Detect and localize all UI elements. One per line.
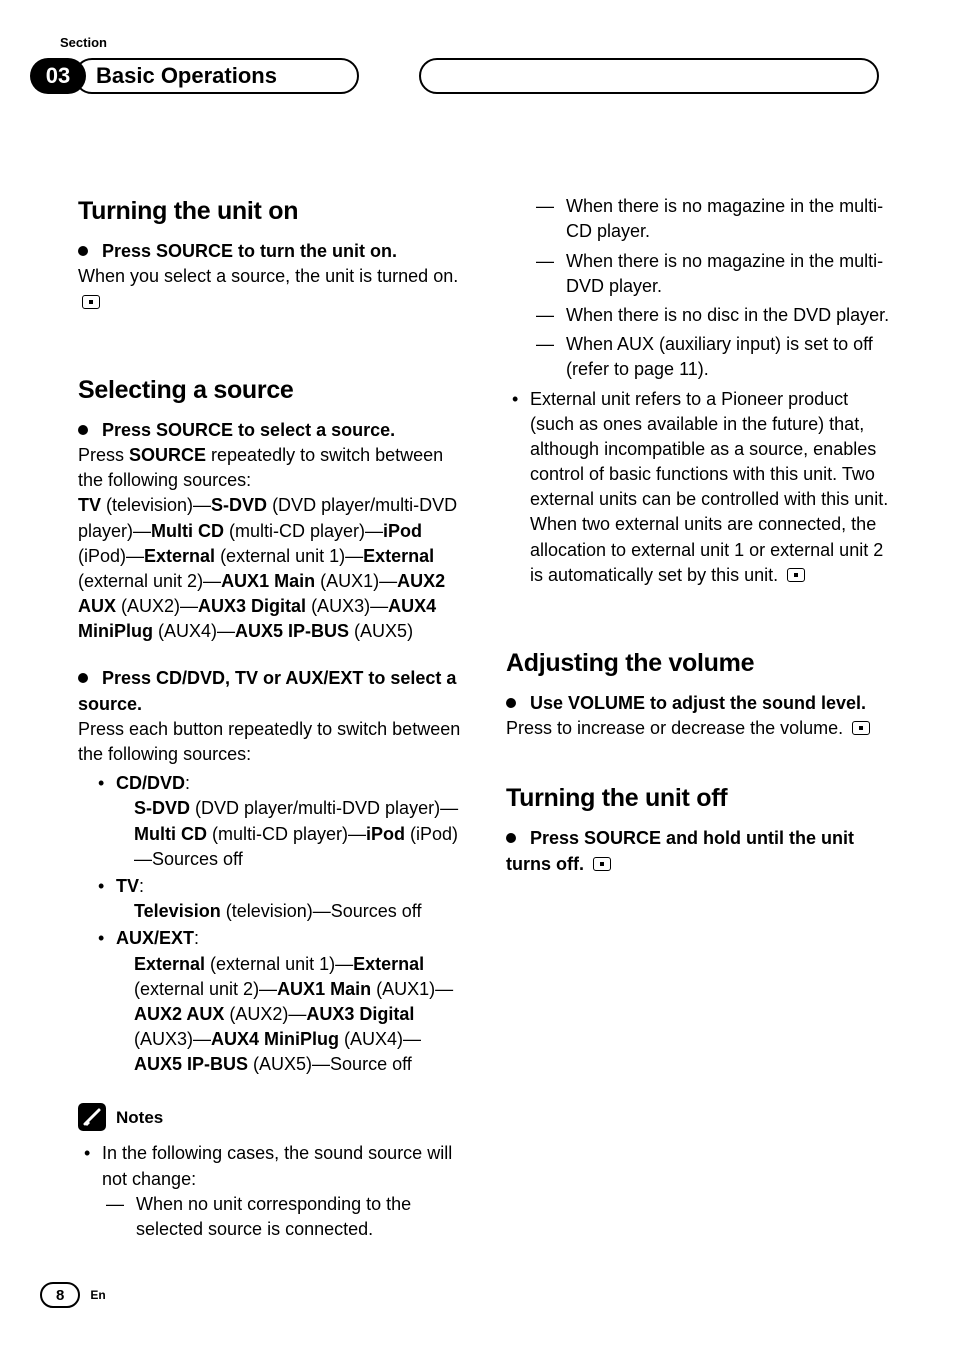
end-of-section-icon — [852, 721, 870, 735]
chapter-row: 03 Basic Operations — [30, 58, 954, 94]
instr-turn-off: Press SOURCE and hold until the unit tur… — [506, 826, 894, 876]
right-column: When there is no magazine in the multi-C… — [506, 194, 894, 1246]
list-item: External unit refers to a Pioneer produc… — [512, 387, 894, 589]
list-item: TV: Television (television)—Sources off — [98, 874, 466, 924]
end-of-section-icon — [82, 295, 100, 309]
notes-icon — [78, 1103, 106, 1131]
left-column: Turning the unit on Press SOURCE to turn… — [78, 194, 466, 1246]
list-item: AUX/EXT: External (external unit 1)—Exte… — [98, 926, 466, 1077]
content-area: Turning the unit on Press SOURCE to turn… — [0, 94, 954, 1246]
notes-list: In the following cases, the sound source… — [78, 1141, 466, 1242]
instr-volume: Use VOLUME to adjust the sound level. — [506, 691, 894, 716]
bullet-icon — [78, 668, 102, 688]
page-header: Section 03 Basic Operations — [0, 0, 954, 94]
page-footer: 8 En — [40, 1282, 106, 1308]
list-item: In the following cases, the sound source… — [84, 1141, 466, 1242]
notes-continued-bullet: External unit refers to a Pioneer produc… — [506, 387, 894, 589]
body-volume: Press to increase or decrease the volume… — [506, 716, 894, 741]
heading-turn-off: Turning the unit off — [506, 781, 894, 816]
list-item: When there is no disc in the DVD player. — [536, 303, 894, 328]
bullet-icon — [78, 241, 102, 261]
list-item: When there is no magazine in the multi-C… — [536, 194, 894, 244]
bullet-icon — [506, 828, 530, 848]
notes-label: Notes — [116, 1106, 163, 1130]
end-of-section-icon — [787, 568, 805, 582]
list-item: When there is no magazine in the multi-D… — [536, 249, 894, 299]
chapter-number-badge: 03 — [30, 58, 86, 94]
heading-turn-on: Turning the unit on — [78, 194, 466, 229]
page-number: 8 — [40, 1282, 80, 1308]
body-turn-on: When you select a source, the unit is tu… — [78, 264, 466, 314]
source-chain: TV (television)—S-DVD (DVD player/multi-… — [78, 493, 466, 644]
notes-continued-dash: When there is no magazine in the multi-C… — [506, 194, 894, 382]
section-label: Section — [60, 34, 954, 52]
chapter-title: Basic Operations — [74, 58, 359, 94]
list-item: When no unit corresponding to the select… — [106, 1192, 466, 1242]
body-select-source-2: Press each button repeatedly to switch b… — [78, 717, 466, 767]
list-item: When AUX (auxiliary input) is set to off… — [536, 332, 894, 382]
instr-select-source-2: Press CD/DVD, TV or AUX/EXT to select a … — [78, 666, 466, 716]
instr-select-source-1: Press SOURCE to select a source. — [78, 418, 466, 443]
instr-turn-on: Press SOURCE to turn the unit on. — [78, 239, 466, 264]
chapter-pill-decor — [419, 58, 879, 94]
body-select-source-1: Press SOURCE repeatedly to switch betwee… — [78, 443, 466, 493]
heading-adjust-volume: Adjusting the volume — [506, 646, 894, 681]
end-of-section-icon — [593, 857, 611, 871]
bullet-icon — [78, 420, 102, 440]
heading-select-source: Selecting a source — [78, 373, 466, 408]
language-label: En — [90, 1287, 105, 1304]
notes-header: Notes — [78, 1103, 466, 1131]
list-item: CD/DVD: S-DVD (DVD player/multi-DVD play… — [98, 771, 466, 872]
bullet-icon — [506, 693, 530, 713]
source-list: CD/DVD: S-DVD (DVD player/multi-DVD play… — [78, 771, 466, 1077]
